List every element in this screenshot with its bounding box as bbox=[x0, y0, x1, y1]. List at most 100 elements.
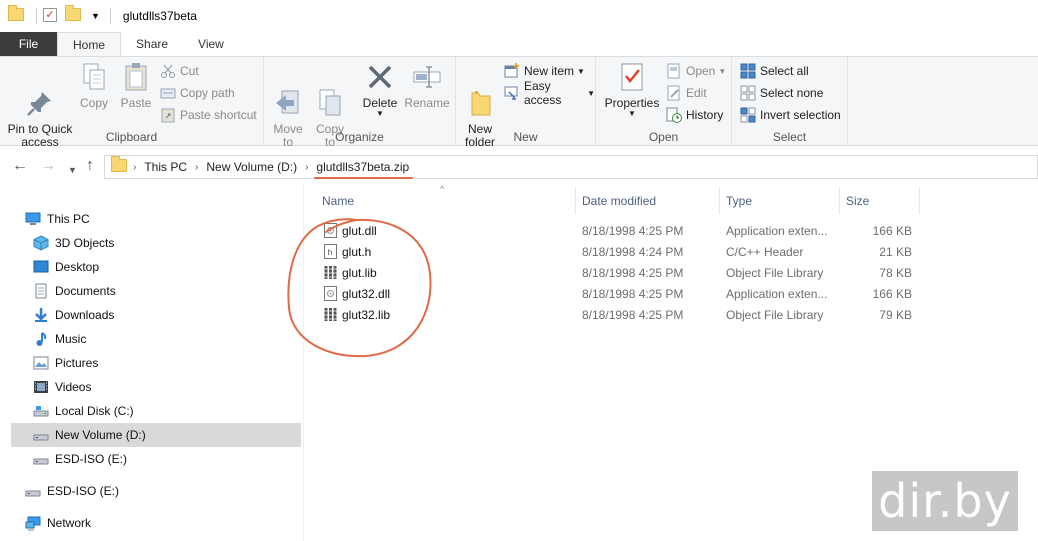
invert-selection-button[interactable]: Invert selection bbox=[740, 105, 841, 125]
paste-button[interactable]: Paste bbox=[118, 61, 154, 110]
file-date-cell: 8/18/1998 4:25 PM bbox=[582, 223, 684, 238]
pictures-icon bbox=[33, 355, 49, 371]
file-row[interactable]: h glut.h 8/18/1998 4:24 PM C/C++ Header … bbox=[304, 241, 920, 262]
new-item-button[interactable]: New item ▼ bbox=[504, 61, 585, 81]
file-row[interactable]: glut32.dll 8/18/1998 4:25 PM Application… bbox=[304, 283, 920, 304]
nav-3d-objects[interactable]: 3D Objects bbox=[0, 231, 301, 255]
file-type-cell: Object File Library bbox=[726, 265, 824, 280]
select-none-icon bbox=[740, 85, 756, 101]
customize-quick-access-icon[interactable]: ▼ bbox=[91, 11, 100, 21]
breadcrumb-this-pc[interactable]: This PC bbox=[144, 160, 187, 174]
annotation-underline bbox=[314, 177, 414, 179]
file-name-cell: h glut.h bbox=[324, 241, 371, 262]
delete-x-icon bbox=[364, 61, 396, 93]
column-header-date-modified[interactable]: Date modified bbox=[576, 188, 720, 214]
open-icon bbox=[666, 63, 682, 79]
nav-downloads[interactable]: Downloads bbox=[0, 303, 301, 327]
downloads-icon bbox=[33, 307, 49, 323]
properties-check-icon[interactable]: ✓ bbox=[43, 8, 59, 24]
edit-button[interactable]: Edit bbox=[666, 83, 707, 103]
column-header-name[interactable]: Name bbox=[316, 188, 576, 214]
history-icon bbox=[666, 107, 682, 123]
breadcrumb-chevron-icon[interactable]: › bbox=[133, 162, 136, 173]
rename-button[interactable]: Rename bbox=[404, 61, 450, 110]
file-row[interactable]: glut.dll 8/18/1998 4:25 PM Application e… bbox=[304, 220, 920, 241]
open-group: Properties ▼ Open ▼ Edit History Open bbox=[596, 57, 732, 146]
file-date-cell: 8/18/1998 4:25 PM bbox=[582, 265, 684, 280]
file-name-cell: glut.dll bbox=[324, 220, 377, 241]
open-button[interactable]: Open ▼ bbox=[666, 61, 726, 81]
desktop-icon bbox=[33, 259, 49, 275]
tab-view[interactable]: View bbox=[183, 32, 239, 56]
properties-button[interactable]: Properties ▼ bbox=[602, 61, 662, 118]
up-arrow-icon[interactable]: ↑ bbox=[86, 158, 94, 174]
back-arrow-icon[interactable]: ← bbox=[12, 158, 28, 174]
delete-button[interactable]: Delete ▼ bbox=[360, 61, 400, 118]
nav-new-volume-d[interactable]: New Volume (D:) bbox=[11, 423, 301, 447]
forward-arrow-icon[interactable]: → bbox=[40, 158, 56, 174]
file-list-header: ^ Name Date modified Type Size bbox=[304, 184, 1038, 214]
nav-documents[interactable]: Documents bbox=[0, 279, 301, 303]
nav-esd-iso-e-root[interactable]: ESD-ISO (E:) bbox=[0, 479, 301, 503]
ribbon: Pin to Quick access Copy Paste Cut Copy … bbox=[0, 56, 1038, 149]
file-date-cell: 8/18/1998 4:25 PM bbox=[582, 286, 684, 301]
copy-button[interactable]: Copy bbox=[76, 61, 112, 110]
paste-shortcut-button[interactable]: Paste shortcut bbox=[160, 105, 257, 125]
drive-icon bbox=[33, 427, 49, 443]
file-row[interactable]: glut.lib 8/18/1998 4:25 PM Object File L… bbox=[304, 262, 920, 283]
dll-icon bbox=[324, 223, 337, 238]
file-size-cell: 166 KB bbox=[872, 286, 912, 301]
copy-path-button[interactable]: Copy path bbox=[160, 83, 235, 103]
open-group-label: Open bbox=[648, 130, 679, 144]
copy-icon bbox=[78, 61, 110, 93]
scissors-icon bbox=[160, 63, 176, 79]
breadcrumb-new-volume[interactable]: New Volume (D:) bbox=[206, 160, 297, 174]
folder-icon bbox=[8, 5, 24, 24]
nav-videos[interactable]: Videos bbox=[0, 375, 301, 399]
clipboard-group: Pin to Quick access Copy Paste Cut Copy … bbox=[0, 57, 264, 149]
nav-pictures[interactable]: Pictures bbox=[0, 351, 301, 375]
window-title: glutdlls37beta bbox=[122, 9, 197, 23]
file-date-cell: 8/18/1998 4:25 PM bbox=[582, 307, 684, 322]
invert-selection-icon bbox=[740, 107, 756, 123]
nav-local-disk-c[interactable]: Local Disk (C:) bbox=[0, 399, 301, 423]
file-date-cell: 8/18/1998 4:24 PM bbox=[582, 244, 684, 259]
copy-path-icon bbox=[160, 85, 176, 101]
new-folder-quick-icon[interactable] bbox=[65, 5, 81, 24]
select-none-button[interactable]: Select none bbox=[740, 83, 823, 103]
tab-home[interactable]: Home bbox=[57, 32, 122, 56]
divider bbox=[109, 8, 111, 24]
organize-group: Move to Copy to Delete ▼ Rename Organize bbox=[264, 57, 456, 149]
breadcrumb-zip[interactable]: glutdlls37beta.zip bbox=[314, 160, 414, 179]
header-file-icon: h bbox=[324, 244, 337, 259]
select-all-button[interactable]: Select all bbox=[740, 61, 809, 81]
nav-esd-iso-e[interactable]: ESD-ISO (E:) bbox=[0, 447, 301, 471]
nav-desktop[interactable]: Desktop bbox=[0, 255, 301, 279]
nav-music[interactable]: Music bbox=[0, 327, 301, 351]
easy-access-button[interactable]: Easy access ▼ bbox=[504, 79, 595, 107]
file-name-cell: glut32.lib bbox=[324, 304, 390, 325]
tab-file[interactable]: File bbox=[0, 32, 57, 56]
breadcrumb-chevron-icon[interactable]: › bbox=[305, 162, 308, 173]
column-header-size[interactable]: Size bbox=[840, 188, 920, 214]
paste-icon bbox=[120, 61, 152, 93]
history-button[interactable]: History bbox=[666, 105, 723, 125]
column-header-type[interactable]: Type bbox=[720, 188, 840, 214]
edit-icon bbox=[666, 85, 682, 101]
new-folder-icon bbox=[464, 74, 496, 116]
divider bbox=[36, 8, 37, 24]
nav-network[interactable]: Network bbox=[0, 511, 301, 535]
dll-icon bbox=[324, 286, 337, 301]
nav-this-pc[interactable]: This PC bbox=[0, 207, 301, 231]
breadcrumb-chevron-icon[interactable]: › bbox=[195, 162, 198, 173]
cut-button[interactable]: Cut bbox=[160, 61, 199, 81]
lib-file-icon bbox=[324, 265, 337, 280]
recent-locations-chevron-icon[interactable]: ▼ bbox=[68, 162, 77, 178]
address-bar[interactable]: › This PC › New Volume (D:) › glutdlls37… bbox=[104, 155, 1038, 179]
rename-icon bbox=[411, 61, 443, 93]
tab-share[interactable]: Share bbox=[121, 32, 183, 56]
file-row[interactable]: glut32.lib 8/18/1998 4:25 PM Object File… bbox=[304, 304, 920, 325]
music-icon bbox=[33, 331, 49, 347]
file-size-cell: 21 KB bbox=[879, 244, 912, 259]
file-name-cell: glut32.dll bbox=[324, 283, 390, 304]
